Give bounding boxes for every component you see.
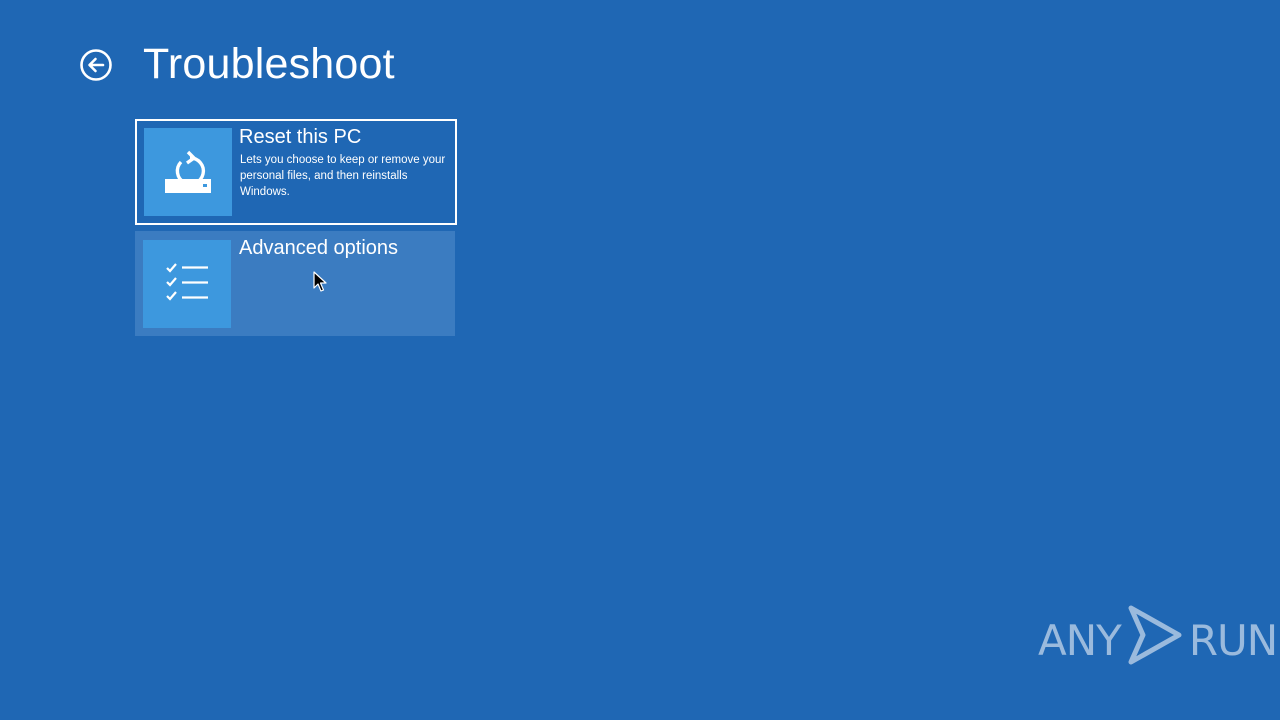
back-arrow-circle-icon: [79, 48, 113, 82]
back-button[interactable]: [79, 48, 113, 82]
watermark-text-left: ANY: [1038, 615, 1122, 665]
anyrun-watermark: ANY RUN: [1038, 605, 1278, 671]
checklist-icon: [143, 240, 231, 328]
play-triangle-icon: [1121, 604, 1189, 676]
page-title: Troubleshoot: [143, 40, 395, 88]
tile-title: Reset this PC: [239, 126, 362, 148]
advanced-options-tile[interactable]: Advanced options: [135, 231, 455, 336]
tile-description: Lets you choose to keep or remove your p…: [240, 154, 446, 198]
reset-this-pc-tile[interactable]: Reset this PC Lets you choose to keep or…: [135, 119, 457, 225]
tile-title: Advanced options: [239, 237, 399, 259]
watermark-text-right: RUN: [1188, 615, 1278, 665]
reset-pc-icon: [144, 128, 232, 216]
